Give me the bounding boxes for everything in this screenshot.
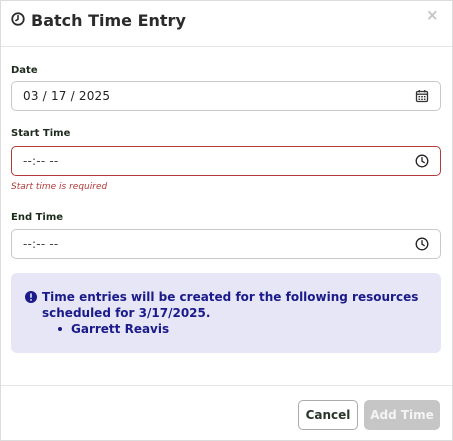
- date-value: 03 / 17 / 2025: [23, 89, 111, 103]
- clock-icon[interactable]: [414, 153, 430, 169]
- dialog-title: Batch Time Entry: [11, 11, 186, 31]
- end-time-input[interactable]: --:-- --: [11, 229, 441, 259]
- info-circle-icon: [25, 291, 37, 303]
- end-time-value: --:-- --: [23, 237, 59, 251]
- start-time-value: --:-- --: [23, 154, 59, 168]
- dialog-footer: Cancel Add Time: [1, 385, 452, 441]
- resource-list: Garrett Reavis: [25, 321, 429, 337]
- end-time-label: End Time: [11, 212, 64, 223]
- start-time-label: Start Time: [11, 128, 71, 139]
- list-item: Garrett Reavis: [58, 321, 429, 337]
- close-icon[interactable]: ×: [426, 8, 439, 23]
- start-time-error: Start time is required: [11, 182, 108, 192]
- batch-time-entry-dialog: Batch Time Entry × Date 03 / 17 / 2025 S…: [0, 0, 453, 441]
- info-message: Time entries will be created for the fol…: [42, 290, 419, 320]
- dialog-header: Batch Time Entry ×: [1, 1, 452, 47]
- add-time-button[interactable]: Add Time: [364, 400, 440, 430]
- calendar-icon[interactable]: [414, 88, 430, 104]
- resources-info-box: Time entries will be created for the fol…: [11, 273, 441, 353]
- start-time-input[interactable]: --:-- --: [11, 146, 441, 176]
- date-input[interactable]: 03 / 17 / 2025: [11, 81, 441, 111]
- dialog-title-text: Batch Time Entry: [31, 11, 186, 30]
- clock-icon: [11, 11, 25, 31]
- clock-icon[interactable]: [414, 236, 430, 252]
- cancel-button[interactable]: Cancel: [298, 400, 358, 430]
- date-label: Date: [11, 65, 38, 76]
